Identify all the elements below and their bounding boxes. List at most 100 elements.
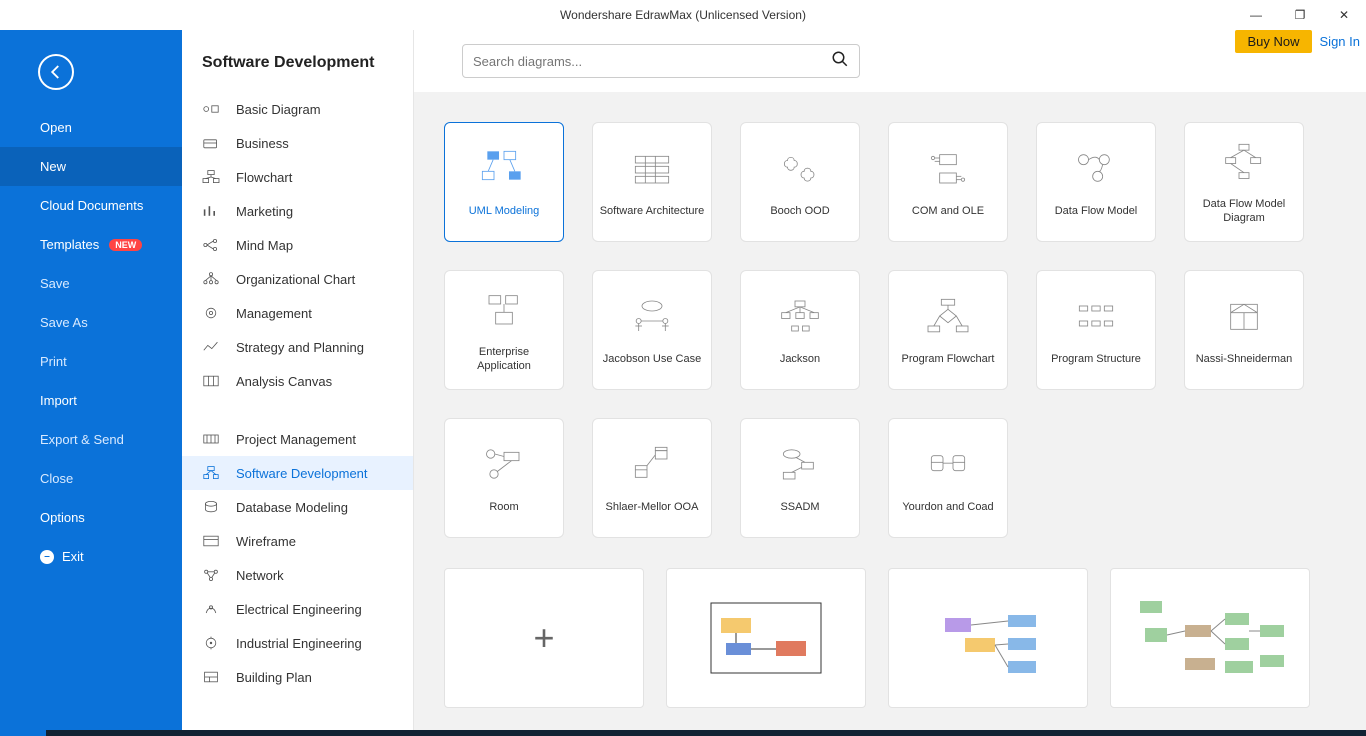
template-card-booch-ood[interactable]: Booch OOD (740, 122, 860, 242)
category-icon (200, 430, 222, 448)
template-card-room[interactable]: Room (444, 418, 564, 538)
category-basic-diagram[interactable]: Basic Diagram (182, 92, 413, 126)
template-thumb-icon (479, 146, 529, 192)
nav-exit-label: Exit (62, 549, 84, 564)
template-card-data-flow-model[interactable]: Data Flow Model (1036, 122, 1156, 242)
new-blank-template[interactable]: + (444, 568, 644, 708)
template-card-uml-modeling[interactable]: UML Modeling (444, 122, 564, 242)
category-network[interactable]: Network (182, 558, 413, 592)
search-icon[interactable] (831, 50, 849, 73)
nav-export-send[interactable]: Export & Send (0, 420, 182, 459)
template-card-program-flowchart[interactable]: Program Flowchart (888, 270, 1008, 390)
template-card-software-architecture[interactable]: Software Architecture (592, 122, 712, 242)
window-title: Wondershare EdrawMax (Unlicensed Version… (560, 8, 806, 22)
category-label: Analysis Canvas (236, 374, 332, 389)
category-label: Project Management (236, 432, 356, 447)
template-thumb-icon (627, 146, 677, 192)
category-icon (200, 532, 222, 550)
template-card-shlaer-mellor-ooa[interactable]: Shlaer-Mellor OOA (592, 418, 712, 538)
search-input[interactable] (473, 54, 831, 69)
template-label: Nassi-Shneiderman (1190, 352, 1299, 366)
category-electrical-engineering[interactable]: Electrical Engineering (182, 592, 413, 626)
category-label: Industrial Engineering (236, 636, 362, 651)
category-mind-map[interactable]: Mind Map (182, 228, 413, 262)
template-thumb-icon (923, 146, 973, 192)
category-icon (200, 372, 222, 390)
example-thumbnail-3[interactable] (1110, 568, 1310, 708)
category-strategy-and-planning[interactable]: Strategy and Planning (182, 330, 413, 364)
category-icon (200, 634, 222, 652)
category-business[interactable]: Business (182, 126, 413, 160)
category-icon (200, 338, 222, 356)
template-card-data-flow-model-diagram[interactable]: Data Flow Model Diagram (1184, 122, 1304, 242)
nav-cloud-documents[interactable]: Cloud Documents (0, 186, 182, 225)
nav-save-as[interactable]: Save As (0, 303, 182, 342)
category-industrial-engineering[interactable]: Industrial Engineering (182, 626, 413, 660)
template-card-nassi-shneiderman[interactable]: Nassi-Shneiderman (1184, 270, 1304, 390)
category-icon (200, 168, 222, 186)
category-database-modeling[interactable]: Database Modeling (182, 490, 413, 524)
template-label: Shlaer-Mellor OOA (600, 500, 705, 514)
category-software-development[interactable]: Software Development (182, 456, 413, 490)
category-icon (200, 270, 222, 288)
taskbar (0, 730, 1366, 736)
template-thumb-icon (627, 442, 677, 488)
template-card-ssadm[interactable]: SSADM (740, 418, 860, 538)
example-thumbnail-2[interactable] (888, 568, 1088, 708)
maximize-button[interactable]: ❐ (1278, 0, 1322, 30)
template-card-jackson[interactable]: Jackson (740, 270, 860, 390)
nav-templates-label: Templates (40, 237, 99, 252)
back-button[interactable] (38, 54, 74, 90)
plus-icon: + (533, 617, 554, 659)
close-button[interactable]: ✕ (1322, 0, 1366, 30)
category-label: Database Modeling (236, 500, 348, 515)
template-label: Yourdon and Coad (896, 500, 999, 514)
category-icon (200, 236, 222, 254)
nav-close[interactable]: Close (0, 459, 182, 498)
example-thumbnail-1[interactable] (666, 568, 866, 708)
nav-options[interactable]: Options (0, 498, 182, 537)
category-list[interactable]: Basic Diagram Business Flowchart Marketing M… (182, 92, 413, 736)
template-label: SSADM (774, 500, 825, 514)
category-label: Basic Diagram (236, 102, 321, 117)
minimize-button[interactable]: — (1234, 0, 1278, 30)
template-card-program-structure[interactable]: Program Structure (1036, 270, 1156, 390)
category-marketing[interactable]: Marketing (182, 194, 413, 228)
category-building-plan[interactable]: Building Plan (182, 660, 413, 694)
nav-save[interactable]: Save (0, 264, 182, 303)
nav-import[interactable]: Import (0, 381, 182, 420)
category-label: Mind Map (236, 238, 293, 253)
category-organizational-chart[interactable]: Organizational Chart (182, 262, 413, 296)
category-label: Strategy and Planning (236, 340, 364, 355)
nav-print[interactable]: Print (0, 342, 182, 381)
buy-now-button[interactable]: Buy Now (1235, 30, 1311, 53)
category-label: Flowchart (236, 170, 292, 185)
template-label: Software Architecture (594, 204, 711, 218)
main-panel: UML Modeling Software Architecture Booch O… (414, 30, 1366, 736)
template-thumb-icon (1071, 146, 1121, 192)
template-card-com-and-ole[interactable]: COM and OLE (888, 122, 1008, 242)
template-card-enterprise-application[interactable]: Enterprise Application (444, 270, 564, 390)
category-management[interactable]: Management (182, 296, 413, 330)
search-box[interactable] (462, 44, 860, 78)
template-card-yourdon-and-coad[interactable]: Yourdon and Coad (888, 418, 1008, 538)
category-icon (200, 100, 222, 118)
category-analysis-canvas[interactable]: Analysis Canvas (182, 364, 413, 398)
nav-new[interactable]: New (0, 147, 182, 186)
nav-templates[interactable]: Templates NEW (0, 225, 182, 264)
category-sidebar: Software Development Basic Diagram Busine… (182, 30, 414, 736)
sign-in-link[interactable]: Sign In (1320, 34, 1360, 49)
nav-open[interactable]: Open (0, 108, 182, 147)
category-icon (200, 566, 222, 584)
template-label: Program Structure (1045, 352, 1147, 366)
category-label: Software Development (236, 466, 368, 481)
titlebar: Wondershare EdrawMax (Unlicensed Version… (0, 0, 1366, 30)
template-thumb-icon (627, 294, 677, 340)
template-label: Data Flow Model Diagram (1185, 197, 1303, 226)
category-wireframe[interactable]: Wireframe (182, 524, 413, 558)
template-card-jacobson-use-case[interactable]: Jacobson Use Case (592, 270, 712, 390)
nav-exit[interactable]: – Exit (0, 537, 182, 576)
category-project-management[interactable]: Project Management (182, 422, 413, 456)
category-flowchart[interactable]: Flowchart (182, 160, 413, 194)
template-label: Booch OOD (764, 204, 835, 218)
